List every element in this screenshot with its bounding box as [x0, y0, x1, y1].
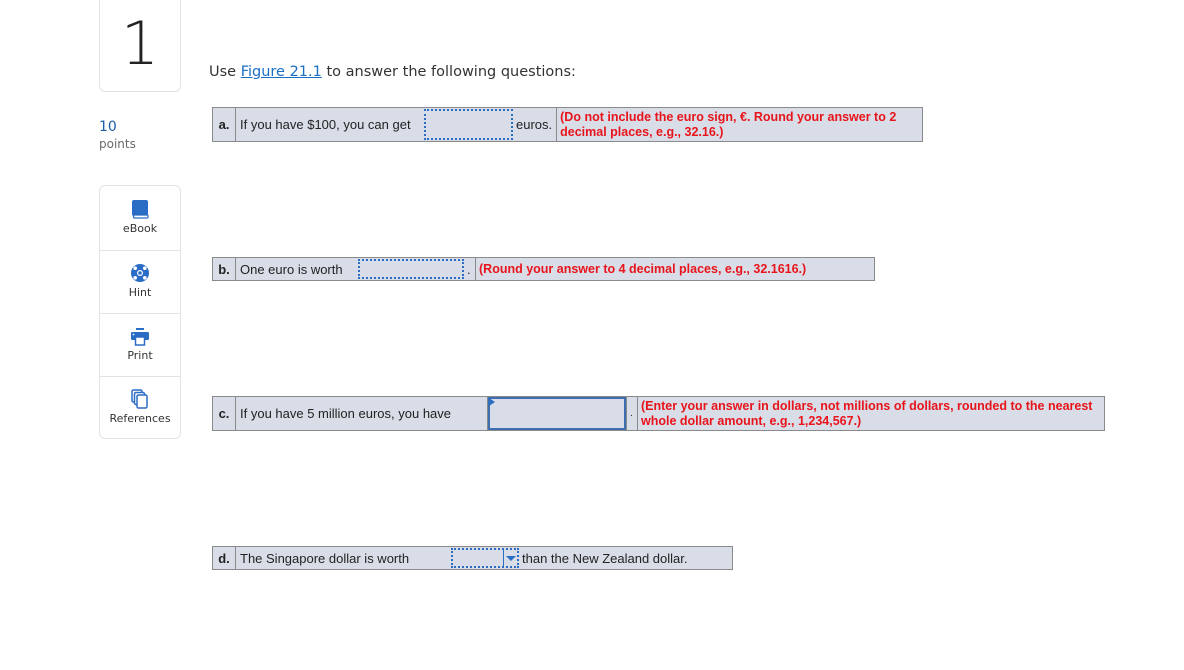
tools-panel: eBook Hint Print References	[99, 185, 181, 439]
part-a-row: a. If you have $100, you can get euros. …	[212, 107, 923, 142]
part-b-punct: .	[467, 261, 471, 277]
part-d-selected-value	[453, 550, 503, 566]
points-block: 10 points	[99, 119, 136, 152]
part-d-suffix: than the New Zealand dollar.	[522, 550, 688, 566]
part-b-prompt: One euro is worth	[240, 261, 343, 277]
part-d-prompt: The Singapore dollar is worth	[240, 550, 410, 566]
part-a-instruction: (Do not include the euro sign, €. Round …	[556, 108, 922, 141]
hint-label: Hint	[128, 286, 152, 299]
points-label: points	[99, 137, 136, 151]
references-button[interactable]: References	[100, 377, 180, 438]
part-c-row: c. If you have 5 million euros, you have…	[212, 396, 1105, 431]
part-a-letter: a.	[213, 108, 236, 141]
part-a-unit: euros.	[516, 117, 553, 132]
question-intro: Use Figure 21.1 to answer the following …	[209, 64, 576, 80]
figure-link[interactable]: Figure 21.1	[241, 64, 322, 80]
documents-icon	[130, 389, 150, 409]
points-value: 10	[99, 119, 117, 135]
part-b-answer-input[interactable]	[358, 259, 464, 279]
question-number-card: 1	[99, 0, 181, 92]
hint-button[interactable]: Hint	[100, 251, 180, 314]
book-icon	[130, 199, 150, 219]
lifebuoy-icon	[130, 263, 150, 283]
intro-prefix: Use	[209, 64, 241, 80]
part-a-prompt: If you have $100, you can get	[240, 117, 411, 132]
chevron-down-icon[interactable]	[503, 550, 517, 566]
ebook-button[interactable]: eBook	[100, 186, 180, 251]
part-c-instruction: (Enter your answer in dollars, not milli…	[637, 397, 1104, 430]
intro-suffix: to answer the following questions:	[321, 64, 576, 80]
question-number: 1	[120, 8, 160, 79]
part-c-letter: c.	[213, 397, 236, 430]
part-b-letter: b.	[213, 258, 236, 280]
part-d-letter: d.	[213, 547, 236, 569]
ebook-label: eBook	[122, 222, 158, 235]
print-button[interactable]: Print	[100, 314, 180, 377]
part-c-answer-input[interactable]	[488, 397, 626, 430]
part-d-select[interactable]	[451, 548, 519, 568]
printer-icon	[130, 326, 150, 346]
part-b-row: b. One euro is worth . (Round your answe…	[212, 257, 875, 281]
part-c-punct: .	[626, 397, 637, 430]
part-c-prompt: If you have 5 million euros, you have	[236, 397, 488, 430]
part-d-row: d. The Singapore dollar is worth than th…	[212, 546, 733, 570]
print-label: Print	[127, 349, 153, 362]
part-b-instruction: (Round your answer to 4 decimal places, …	[475, 258, 874, 280]
part-a-answer-input[interactable]	[424, 109, 513, 140]
input-flag-icon	[489, 398, 495, 406]
references-label: References	[109, 412, 171, 425]
